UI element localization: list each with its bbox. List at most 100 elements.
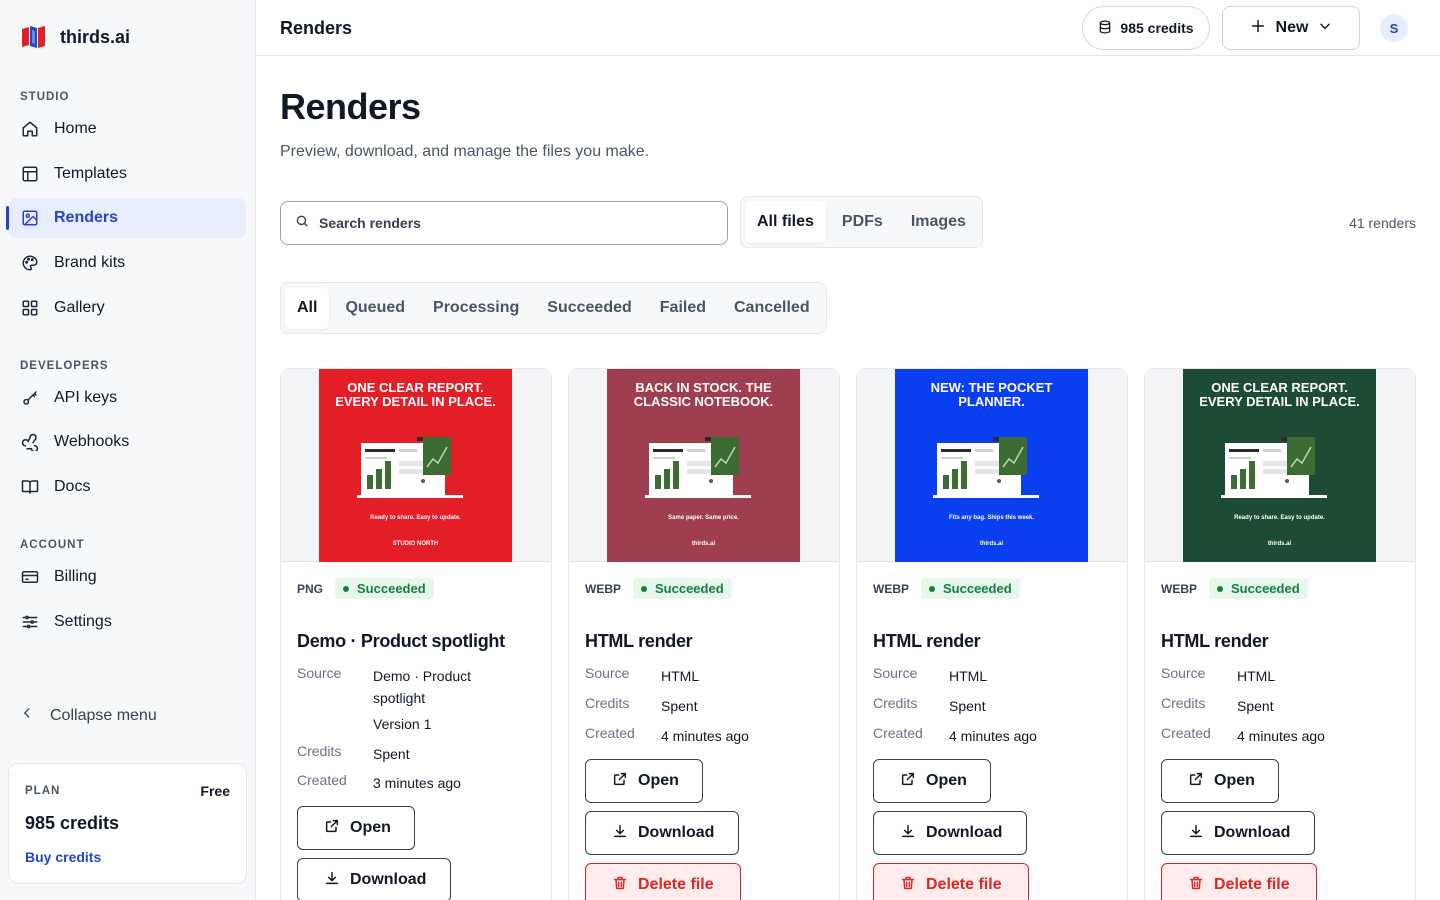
- tab-succeeded[interactable]: Succeeded: [535, 287, 643, 329]
- thumbnail-container[interactable]: NEW: THE POCKET PLANNER. Fits any bag. Sh…: [857, 369, 1127, 562]
- created-value: 4 minutes ago: [949, 728, 1037, 744]
- book-icon: [20, 477, 40, 497]
- download-button[interactable]: Download: [873, 811, 1027, 855]
- search-box[interactable]: [280, 201, 728, 245]
- layout-icon: [20, 164, 40, 184]
- delete-file-button[interactable]: Delete file: [1161, 863, 1317, 900]
- download-button[interactable]: Download: [297, 858, 451, 900]
- render-thumbnail: NEW: THE POCKET PLANNER. Fits any bag. Sh…: [895, 369, 1088, 562]
- tab-pdfs[interactable]: PDFs: [830, 201, 895, 243]
- status-dot-icon: [641, 585, 647, 592]
- render-thumbnail: BACK IN STOCK. THE CLASSIC NOTEBOOK. Same…: [607, 369, 800, 562]
- render-card: ONE CLEAR REPORT. EVERY DETAIL IN PLACE.…: [280, 368, 552, 900]
- sidebar-item-docs[interactable]: Docs: [8, 467, 246, 507]
- tab-queued[interactable]: Queued: [333, 287, 417, 329]
- buy-credits-link[interactable]: Buy credits: [25, 849, 101, 865]
- source-value: HTML: [949, 668, 988, 684]
- download-icon: [1188, 823, 1204, 844]
- thumbnail-footer: thirds.ai: [1267, 541, 1292, 547]
- file-format: WEBP: [873, 581, 909, 596]
- sidebar-item-home[interactable]: Home: [8, 109, 246, 149]
- credits-key: Credits: [1161, 695, 1206, 711]
- status-label: Succeeded: [655, 581, 724, 596]
- status-label: Succeeded: [943, 581, 1012, 596]
- status-badge: Succeeded: [1209, 578, 1308, 599]
- open-label: Open: [638, 772, 679, 789]
- thirds-logo-icon: [22, 26, 45, 48]
- download-button[interactable]: Download: [585, 811, 739, 855]
- home-icon: [20, 119, 40, 139]
- source-key: Source: [873, 665, 918, 681]
- credits-row: Credits Spent: [297, 743, 410, 765]
- tab-images[interactable]: Images: [899, 201, 978, 243]
- render-card: ONE CLEAR REPORT. EVERY DETAIL IN PLACE.…: [1144, 368, 1416, 900]
- thumbnail-tagline: Fits any bag. Ships this week.: [948, 515, 1035, 521]
- created-key: Created: [873, 725, 923, 741]
- download-label: Download: [1214, 824, 1291, 841]
- open-label: Open: [1214, 772, 1255, 789]
- sidebar-item-renders[interactable]: Renders: [6, 198, 246, 238]
- search-input[interactable]: [319, 215, 699, 231]
- delete-file-button[interactable]: Delete file: [585, 863, 741, 900]
- open-button[interactable]: Open: [873, 759, 991, 803]
- download-icon: [900, 823, 916, 844]
- download-icon: [324, 870, 340, 891]
- plan-credits: 985 credits: [25, 813, 120, 833]
- source-row: Source HTML: [873, 665, 987, 687]
- credits-value: Spent: [949, 698, 986, 714]
- credits-label: 985 credits: [1120, 20, 1194, 36]
- download-button[interactable]: Download: [1161, 811, 1315, 855]
- sidebar: thirds.ai STUDIO Home Templates Renders …: [0, 0, 256, 900]
- section-label-account: ACCOUNT: [20, 539, 85, 551]
- source-key: Source: [585, 665, 630, 681]
- tab-all-files[interactable]: All files: [745, 201, 826, 243]
- thumbnail-container[interactable]: ONE CLEAR REPORT. EVERY DETAIL IN PLACE.…: [281, 369, 551, 562]
- tab-cancelled[interactable]: Cancelled: [722, 287, 822, 329]
- card-meta: WEBP Succeeded: [873, 578, 1020, 599]
- credits-button[interactable]: 985 credits: [1082, 6, 1210, 50]
- new-button[interactable]: New: [1222, 6, 1360, 50]
- file-format: WEBP: [585, 581, 621, 596]
- open-button[interactable]: Open: [297, 806, 415, 850]
- sidebar-item-api-keys[interactable]: API keys: [8, 378, 246, 418]
- sidebar-item-templates[interactable]: Templates: [8, 154, 246, 194]
- open-label: Open: [350, 819, 391, 836]
- status-badge: Succeeded: [335, 578, 434, 599]
- sidebar-item-label: Renders: [54, 209, 119, 226]
- status-dot-icon: [1217, 585, 1223, 592]
- delete-file-button[interactable]: Delete file: [873, 863, 1029, 900]
- webhook-icon: [20, 432, 40, 452]
- avatar[interactable]: S: [1380, 14, 1408, 42]
- external-link-icon: [324, 818, 340, 839]
- plan-label: PLAN: [25, 785, 61, 797]
- thumbnail-container[interactable]: ONE CLEAR REPORT. EVERY DETAIL IN PLACE.…: [1145, 369, 1415, 562]
- brand[interactable]: thirds.ai: [20, 24, 130, 50]
- tab-failed[interactable]: Failed: [648, 287, 718, 329]
- sliders-icon: [20, 612, 40, 632]
- sidebar-item-label: Billing: [54, 568, 97, 585]
- chevron-down-icon: [1318, 19, 1332, 38]
- render-card: NEW: THE POCKET PLANNER. Fits any bag. Sh…: [856, 368, 1128, 900]
- created-key: Created: [297, 772, 347, 788]
- delete-label: Delete file: [1214, 876, 1290, 893]
- created-value: 4 minutes ago: [661, 728, 749, 744]
- created-row: Created 4 minutes ago: [873, 725, 1037, 747]
- trash-icon: [900, 875, 916, 896]
- open-button[interactable]: Open: [585, 759, 703, 803]
- render-count: 41 renders: [1349, 215, 1416, 231]
- thumbnail-container[interactable]: BACK IN STOCK. THE CLASSIC NOTEBOOK. Same…: [569, 369, 839, 562]
- created-row: Created 4 minutes ago: [585, 725, 749, 747]
- sidebar-item-billing[interactable]: Billing: [8, 557, 246, 597]
- tab-all[interactable]: All: [285, 287, 330, 329]
- thumbnail-tagline: Same paper. Same price.: [668, 515, 739, 521]
- thumbnail-tagline: Ready to share. Easy to update.: [1234, 515, 1325, 521]
- sidebar-item-webhooks[interactable]: Webhooks: [8, 422, 246, 462]
- collapse-menu-button[interactable]: Collapse menu: [20, 706, 157, 725]
- sidebar-item-gallery[interactable]: Gallery: [8, 288, 246, 328]
- open-button[interactable]: Open: [1161, 759, 1279, 803]
- sidebar-item-settings[interactable]: Settings: [8, 602, 246, 642]
- topbar: Renders 985 credits New S: [256, 0, 1440, 56]
- status-tabs: All Queued Processing Succeeded Failed C…: [280, 282, 827, 334]
- sidebar-item-brand-kits[interactable]: Brand kits: [8, 243, 246, 283]
- tab-processing[interactable]: Processing: [421, 287, 531, 329]
